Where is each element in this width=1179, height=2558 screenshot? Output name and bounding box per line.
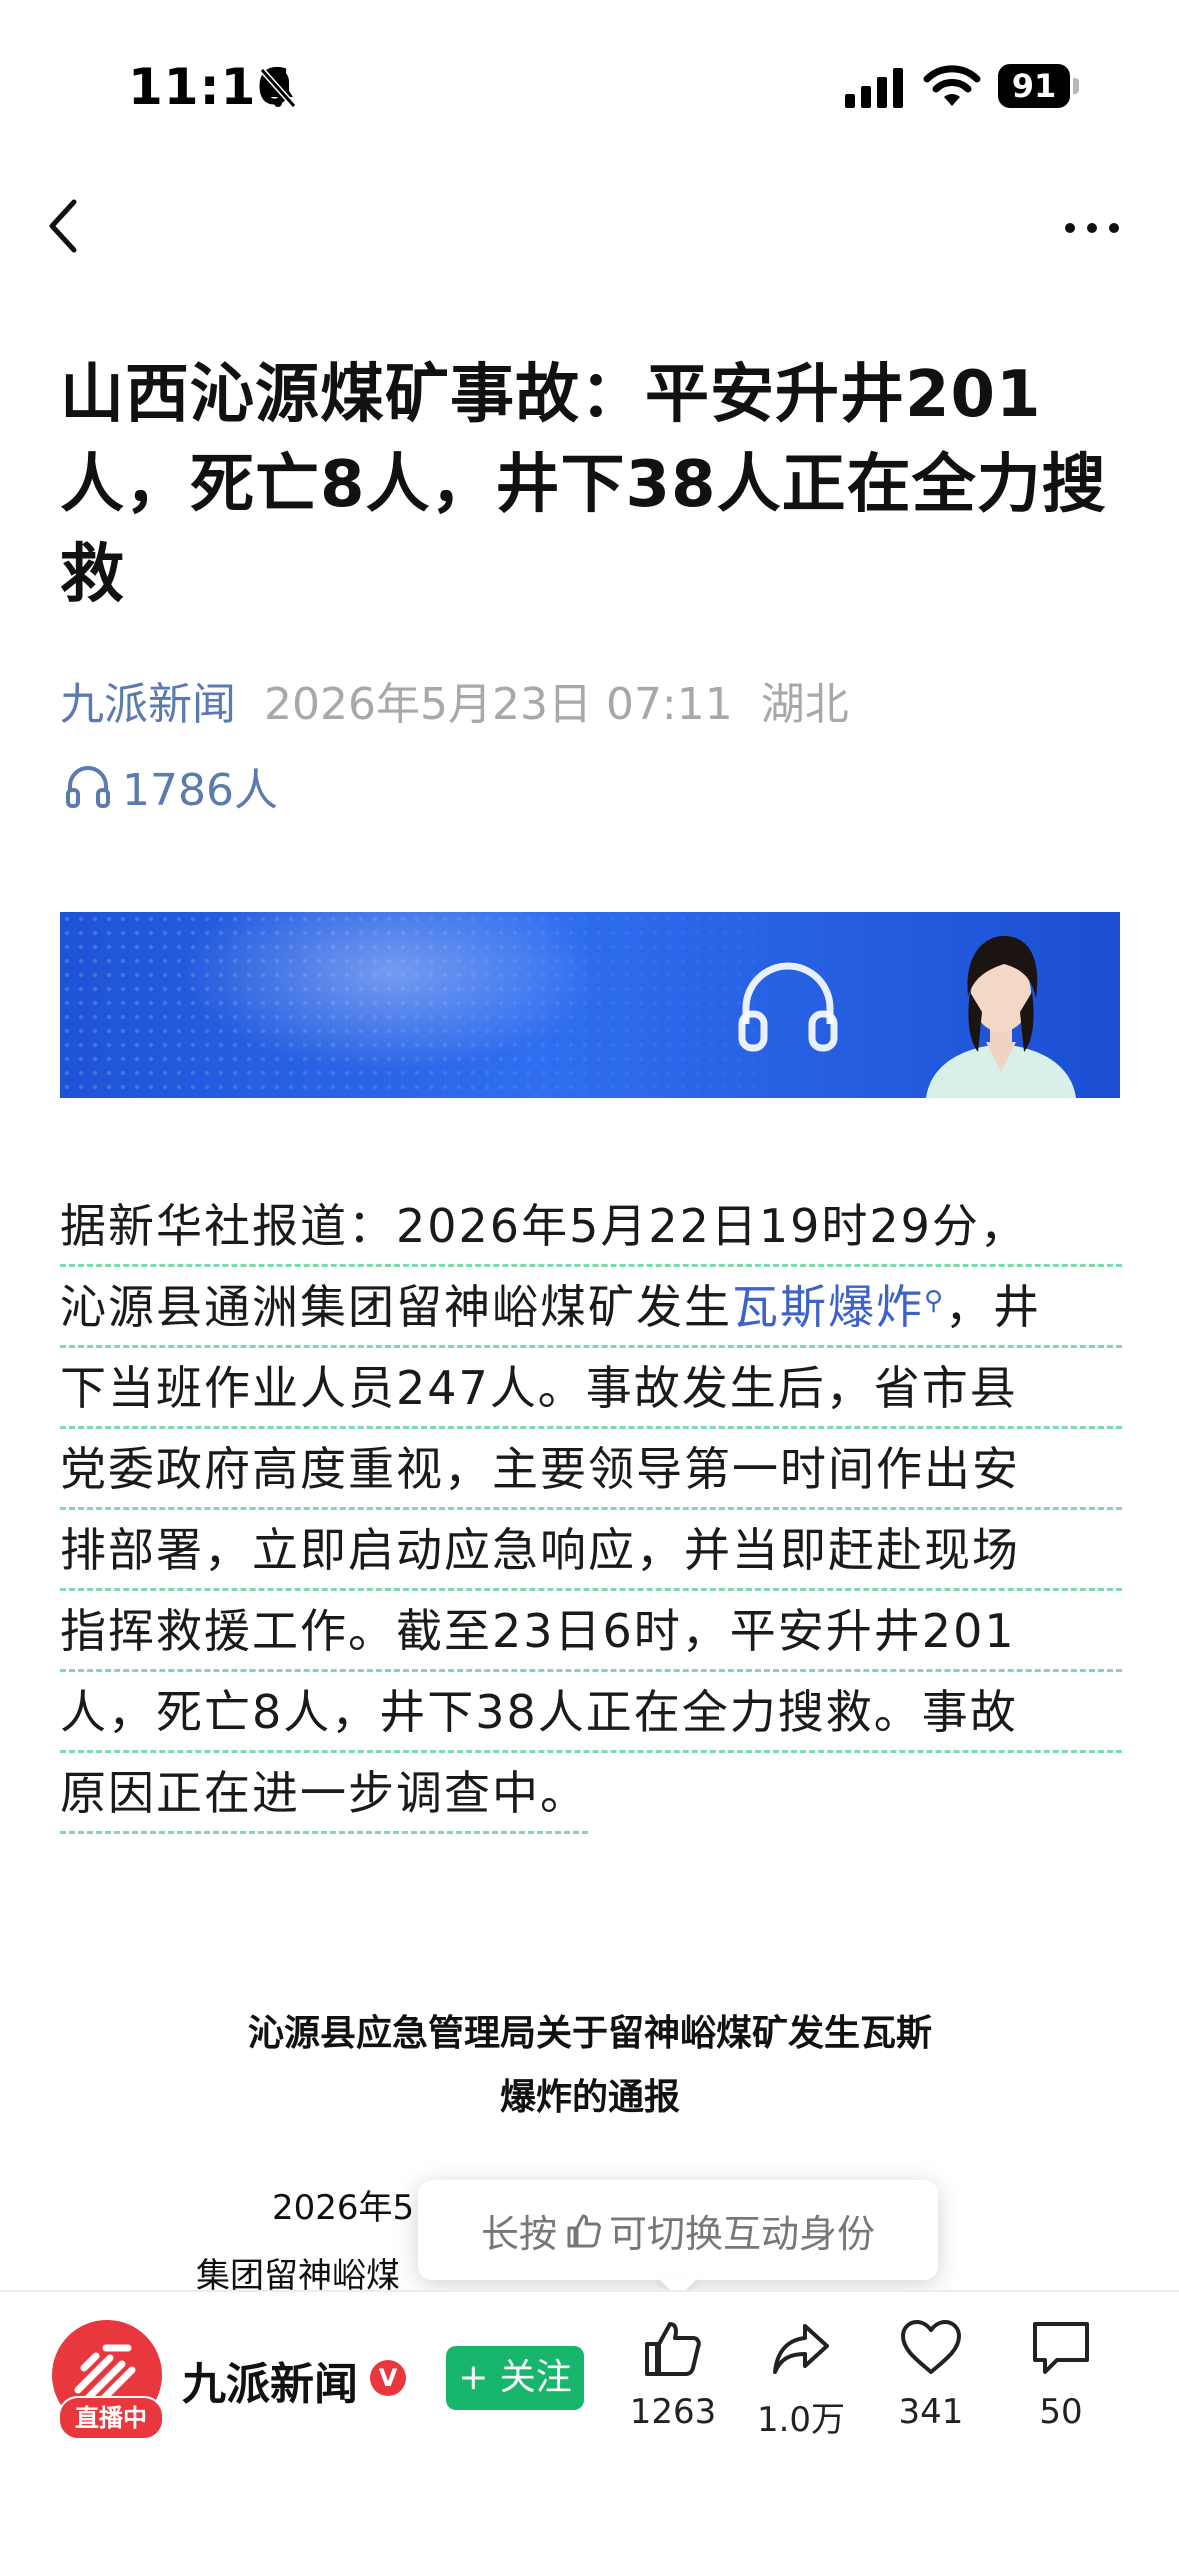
headphones-icon[interactable]	[736, 958, 840, 1054]
article-line: 排部署，立即启动应急响应，并当即赶赴现场	[60, 1510, 1122, 1591]
publish-datetime: 2026年5月23日 07:11	[264, 679, 733, 730]
thumbs-up-icon	[645, 2322, 701, 2376]
source-link[interactable]: 九派新闻	[60, 679, 236, 730]
tooltip-prefix: 长按	[480, 2211, 557, 2256]
like-button[interactable]: 1263	[618, 2318, 728, 2432]
heart-icon	[901, 2320, 961, 2374]
article-line: 沁源县通洲集团留神峪煤矿发生瓦斯爆炸⚲，井	[60, 1267, 1122, 1348]
signal-icon	[845, 68, 903, 108]
article-line: 党委政府高度重视，主要领导第一时间作出安	[60, 1429, 1122, 1510]
publish-location: 湖北	[760, 679, 849, 730]
article-line: 下当班作业人员247人。事故发生后，省市县	[60, 1348, 1122, 1429]
article-line-suffix: ，井	[945, 1280, 1042, 1334]
bell-mute-icon	[259, 68, 297, 108]
favorite-count: 341	[898, 2392, 964, 2432]
article-title: 山西沁源煤矿事故：平安升井201人，死亡8人，井下38人正在全力搜救	[60, 358, 1107, 612]
favorite-button[interactable]: 341	[876, 2318, 986, 2432]
search-icon[interactable]: ⚲	[924, 1286, 945, 1316]
listen-count[interactable]: 1786人	[64, 756, 278, 816]
notice-title: 沁源县应急管理局关于留神峪煤矿发生瓦斯 爆炸的通报	[180, 2002, 1000, 2130]
wifi-icon	[923, 65, 981, 106]
notice-text: 2026年5	[272, 2188, 415, 2228]
notice-title-line: 沁源县应急管理局关于留神峪煤矿发生瓦斯	[247, 2013, 932, 2054]
headphones-icon	[66, 766, 110, 808]
article-body: 据新华社报道：2026年5月22日19时29分， 沁源县通洲集团留神峪煤矿发生瓦…	[60, 1186, 1122, 1834]
audio-player-banner[interactable]	[60, 912, 1120, 1098]
live-badge[interactable]: 直播中	[58, 2396, 164, 2440]
article-line-text: 沁源县通洲集团留神峪煤矿发生	[60, 1280, 732, 1334]
news-anchor-avatar	[926, 936, 1076, 1098]
comment-bubble-icon	[1033, 2322, 1089, 2374]
bottom-action-bar	[0, 2290, 1179, 2558]
keyword-link[interactable]: 瓦斯爆炸	[732, 1280, 924, 1334]
article-line: 指挥救援工作。截至23日6时，平安升井201	[60, 1591, 1122, 1672]
comment-count: 50	[1039, 2392, 1083, 2432]
verified-badge: V	[370, 2360, 406, 2396]
interaction-tooltip: 长按 可切换互动身份	[418, 2180, 938, 2280]
listen-count-text: 1786人	[122, 765, 278, 816]
battery-level: 91	[1011, 67, 1057, 105]
article-line: 据新华社报道：2026年5月22日19时29分，	[60, 1186, 1122, 1267]
battery-indicator: 91	[998, 64, 1079, 108]
follow-button[interactable]: + 关注	[446, 2346, 584, 2410]
like-count: 1263	[629, 2392, 717, 2432]
thumbs-up-icon	[567, 2214, 601, 2248]
tooltip-suffix: 可切换互动身份	[609, 2211, 876, 2256]
comment-button[interactable]: 50	[1006, 2318, 1116, 2432]
share-count: 1.0万	[756, 2400, 846, 2440]
more-options-icon[interactable]	[1062, 208, 1122, 248]
share-button[interactable]: 1.0万	[746, 2318, 856, 2441]
account-name[interactable]: 九派新闻	[182, 2348, 358, 2412]
share-arrow-icon	[773, 2324, 829, 2374]
article-line: 原因正在进一步调查中。	[60, 1753, 588, 1834]
chevron-left-icon[interactable]	[44, 196, 84, 256]
notice-title-line: 爆炸的通报	[499, 2077, 680, 2118]
article-line: 人，死亡8人，井下38人正在全力搜救。事故	[60, 1672, 1122, 1753]
article-meta: 九派新闻 2026年5月23日 07:11 湖北	[60, 668, 849, 732]
